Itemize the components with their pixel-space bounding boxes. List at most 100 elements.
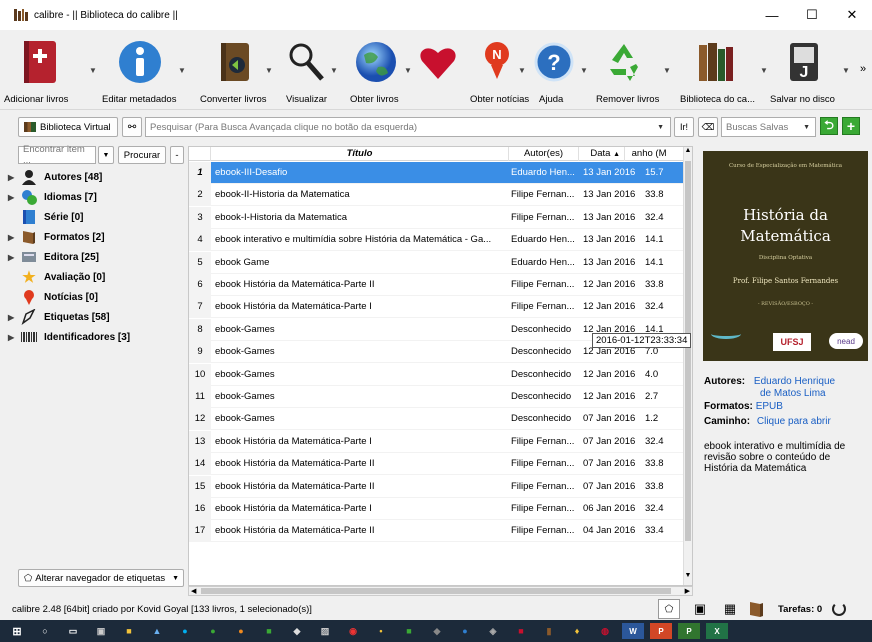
toolbar-overflow-button[interactable]: » [860, 63, 866, 75]
authors-link-cont[interactable]: de Matos Lima [760, 388, 826, 399]
heart-button[interactable] [418, 38, 458, 86]
minimize-button[interactable]: — [752, 0, 792, 30]
table-row[interactable]: 1 ebook-III-Desafio Eduardo Hen... 13 Jan 2… [189, 162, 689, 184]
maximize-button[interactable]: ☐ [792, 0, 832, 30]
advanced-search-button[interactable]: ⚯ [122, 117, 142, 137]
add-books-dropdown[interactable]: ▼ [89, 66, 97, 75]
library-button[interactable]: Biblioteca do ca... [680, 38, 755, 105]
skype-icon[interactable]: ● [174, 623, 196, 639]
taskbar-app-icon[interactable]: ◆ [286, 623, 308, 639]
tag-category-news[interactable]: Notícias [0] [8, 287, 98, 307]
horizontal-scrollbar[interactable]: ◀ ▶ [188, 586, 693, 596]
book-cover[interactable]: Curso de Especialização em Matemática Hi… [703, 151, 868, 361]
virtual-library-button[interactable]: Biblioteca Virtual [18, 117, 118, 137]
taskbar-app-icon[interactable]: ● [454, 623, 476, 639]
path-link[interactable]: Clique para abrir [757, 416, 831, 427]
table-row[interactable]: 17 ebook História da Matemática-Parte II F… [189, 520, 689, 543]
tag-category-languages[interactable]: ▶ Idiomas [7] [8, 187, 97, 207]
taskbar-app-icon[interactable]: ♦ [566, 623, 588, 639]
edit-metadata-dropdown[interactable]: ▼ [178, 66, 186, 75]
expand-arrow-icon[interactable]: ▶ [8, 233, 20, 242]
tag-category-formats[interactable]: ▶ Formatos [2] [8, 227, 105, 247]
tag-category-tags[interactable]: ▶ Etiquetas [58] [8, 307, 110, 327]
find-button[interactable]: Procurar [118, 146, 166, 164]
table-row[interactable]: 10 ebook-Games Desconhecido 12 Jan 2016 4.0 [189, 363, 689, 386]
table-row[interactable]: 5 ebook Game Eduardo Hen... 13 Jan 2016 14.1 [189, 251, 689, 274]
expand-arrow-icon[interactable]: ▶ [8, 173, 20, 182]
help-button[interactable]: ? Ajuda [534, 38, 574, 105]
horizontal-scrollbar-thumb[interactable] [201, 588, 671, 594]
add-books-button[interactable]: Adicionar livros [4, 38, 68, 105]
expand-arrow-icon[interactable]: ▶ [8, 253, 20, 262]
column-header-authors[interactable]: Autor(es) [509, 147, 579, 161]
column-header-date[interactable]: Data ▲ [579, 147, 625, 161]
grid-view-icon[interactable]: ▦ [720, 599, 740, 619]
search-input[interactable]: Pesquisar (Para Busca Avançada clique no… [145, 117, 671, 137]
table-row[interactable]: 14 ebook História da Matemática-Parte II F… [189, 453, 689, 476]
table-row[interactable]: 11 ebook-Games Desconhecido 12 Jan 2016 2.7 [189, 386, 689, 408]
scroll-left-icon[interactable]: ◀ [191, 587, 196, 595]
authors-link[interactable]: Eduardo Henrique [754, 376, 835, 387]
clear-search-button[interactable]: ⌫ [698, 117, 718, 137]
taskbar-app-icon[interactable]: ◈ [482, 623, 504, 639]
windows-start-icon[interactable]: ⊞ [6, 623, 28, 639]
project-icon[interactable]: P [678, 623, 700, 639]
taskbar-app-icon[interactable]: ▲ [146, 623, 168, 639]
remove-books-dropdown[interactable]: ▼ [663, 66, 671, 75]
tag-category-rating[interactable]: ★ Avaliação [0] [8, 267, 105, 287]
tag-category-publisher[interactable]: ▶ Editora [25] [8, 247, 99, 267]
table-row[interactable]: 15 ebook História da Matemática-Parte II F… [189, 475, 689, 498]
tag-toggle-icon[interactable]: ⬠ [658, 599, 680, 619]
remove-books-button[interactable]: Remover livros [596, 38, 659, 105]
view-button[interactable]: Visualizar [286, 38, 327, 105]
table-row[interactable]: 13 ebook História da Matemática-Parte I Fi… [189, 430, 689, 453]
tag-category-series[interactable]: Série [0] [8, 207, 83, 227]
table-row[interactable]: 6 ebook História da Matemática-Parte II Fi… [189, 274, 689, 296]
get-books-button[interactable]: Obter livros [350, 38, 399, 105]
expand-arrow-icon[interactable]: ▶ [8, 333, 20, 342]
taskbar-app-icon[interactable]: ■ [510, 623, 532, 639]
taskbar-app-icon[interactable]: ● [202, 623, 224, 639]
excel-icon[interactable]: X [706, 623, 728, 639]
table-row[interactable]: 16 ebook História da Matemática-Parte I Fi… [189, 498, 689, 520]
scroll-right-icon[interactable]: ▶ [685, 587, 690, 595]
close-button[interactable]: ✕ [832, 0, 872, 30]
convert-books-button[interactable]: Converter livros [200, 38, 267, 105]
powerpoint-icon[interactable]: P [650, 623, 672, 639]
table-row[interactable]: 7 ebook História da Matemática-Parte I Fil… [189, 296, 689, 319]
taskbar-app-icon[interactable]: ▣ [90, 623, 112, 639]
save-search-icon[interactable]: ⮌ [820, 117, 838, 135]
taskbar-app-icon[interactable]: • [370, 623, 392, 639]
taskbar-app-icon[interactable]: ● [230, 623, 252, 639]
save-to-disk-button[interactable]: J Salvar no disco [770, 38, 835, 105]
find-item-input[interactable]: Encontrar item ... [18, 144, 96, 166]
add-saved-search-icon[interactable]: + [842, 117, 860, 135]
task-view-icon[interactable]: ▭ [62, 623, 84, 639]
taskbar-app-icon[interactable]: ◆ [426, 623, 448, 639]
search-history-dropdown[interactable]: ▼ [657, 124, 664, 131]
column-header-title[interactable]: Título [211, 147, 509, 161]
scroll-down-icon[interactable]: ▼ [684, 572, 692, 584]
help-dropdown[interactable]: ▼ [580, 66, 588, 75]
table-row[interactable]: 3 ebook-I-Historia da Matematica Filipe Fe… [189, 206, 689, 229]
word-icon[interactable]: W [622, 623, 644, 639]
book-details-icon[interactable] [748, 599, 768, 619]
fetch-news-button[interactable]: N Obter notícias [470, 38, 529, 105]
jobs-label[interactable]: Tarefas: 0 [778, 604, 822, 615]
expand-arrow-icon[interactable]: ▶ [8, 313, 20, 322]
column-header-size[interactable]: anho (M [625, 147, 673, 161]
expand-arrow-icon[interactable]: ▶ [8, 193, 20, 202]
edit-metadata-button[interactable]: Editar metadados [102, 38, 176, 105]
convert-books-dropdown[interactable]: ▼ [265, 66, 273, 75]
view-dropdown[interactable]: ▼ [330, 66, 338, 75]
alter-tag-browser-button[interactable]: ⬠ Alterar navegador de etiquetas ▼ [18, 569, 184, 587]
vertical-scrollbar[interactable]: ▲ ▼ [683, 147, 692, 585]
scrollbar-thumb[interactable] [685, 161, 691, 541]
taskbar-app-icon[interactable]: ■ [258, 623, 280, 639]
save-to-disk-dropdown[interactable]: ▼ [842, 66, 850, 75]
library-dropdown[interactable]: ▼ [760, 66, 768, 75]
table-row[interactable]: 12 ebook-Games Desconhecido 07 Jan 2016 1.2 [189, 408, 689, 431]
tag-category-identifiers[interactable]: ▶ Identificadores [3] [8, 327, 130, 347]
taskbar-app-icon[interactable]: ▨ [314, 623, 336, 639]
calibre-taskbar-icon[interactable]: ▮ [538, 623, 560, 639]
